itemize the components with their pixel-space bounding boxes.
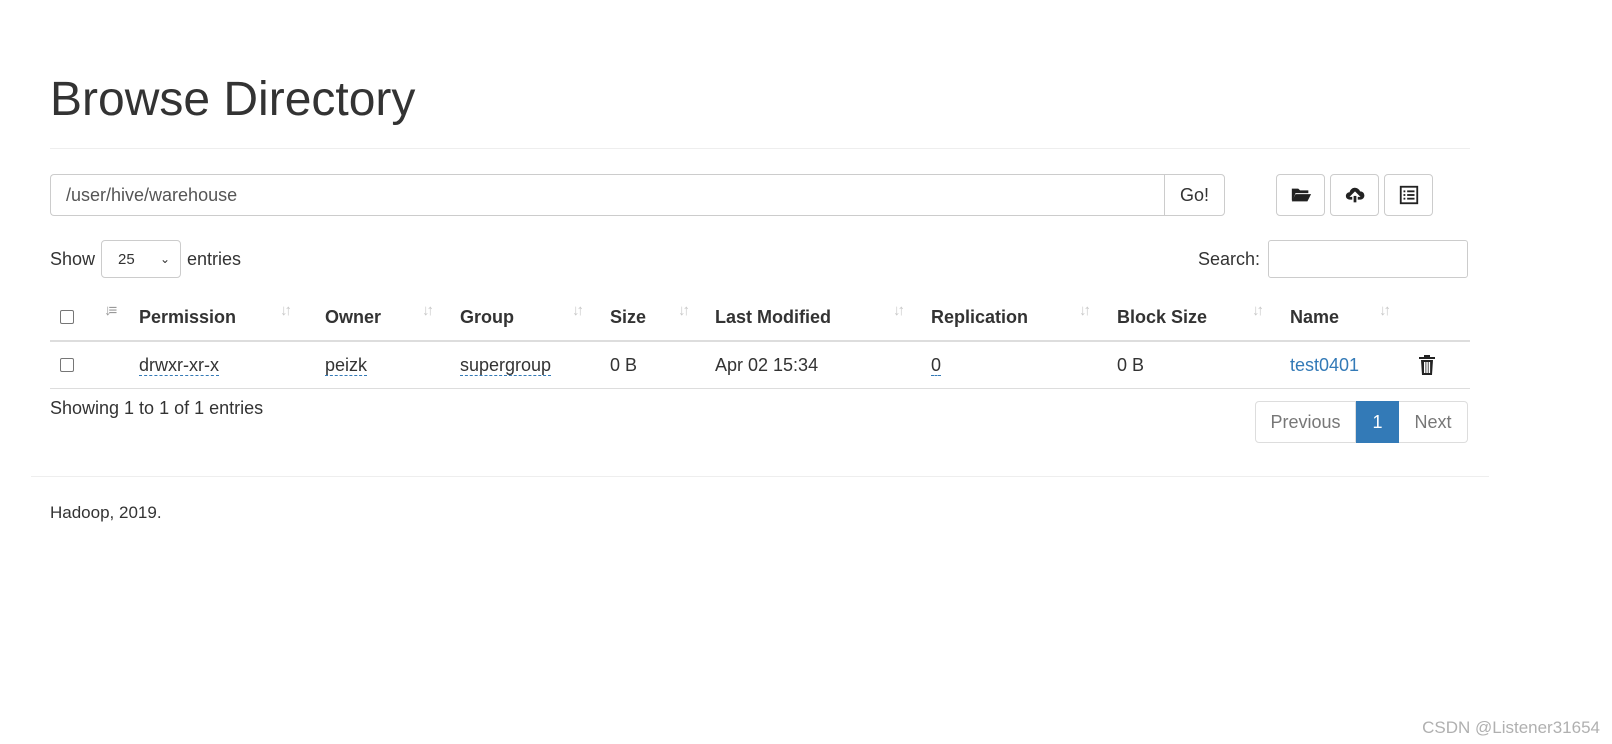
entries-per-page-select[interactable]: 25 ⌄	[101, 240, 182, 278]
sort-icon[interactable]: ↓↑	[572, 302, 584, 319]
table-row: drwxr-xr-x peizk supergroup 0 B Apr 02 1…	[50, 342, 1470, 389]
sort-icon[interactable]: ↓↑	[893, 302, 905, 319]
next-page-button[interactable]: Next	[1399, 401, 1468, 443]
page-title: Browse Directory	[50, 73, 416, 126]
row-permission[interactable]: drwxr-xr-x	[139, 342, 219, 388]
row-checkbox[interactable]	[60, 342, 74, 388]
sort-asc-icon[interactable]: ↓≡	[104, 302, 117, 319]
directory-table: ↓≡ Permission ↓↑ Owner ↓↑ Group ↓↑ Size …	[50, 294, 1470, 389]
row-block-size: 0 B	[1117, 354, 1145, 375]
title-divider	[50, 148, 1470, 149]
page-1-button[interactable]: 1	[1356, 401, 1399, 443]
folder-open-icon	[1291, 188, 1311, 202]
row-size: 0 B	[610, 354, 638, 375]
search-input[interactable]	[1268, 240, 1469, 278]
header-owner[interactable]: Owner	[325, 294, 381, 340]
sort-icon[interactable]: ↓↑	[422, 302, 434, 319]
cloud-upload-icon	[1345, 187, 1364, 203]
trash-icon	[1419, 355, 1435, 375]
table-info: Showing 1 to 1 of 1 entries	[50, 398, 264, 418]
sort-icon[interactable]: ↓↑	[1379, 302, 1391, 319]
sort-icon[interactable]: ↓↑	[1079, 302, 1091, 319]
create-directory-button[interactable]	[1276, 174, 1325, 216]
row-last-modified: Apr 02 15:34	[715, 354, 819, 375]
directory-path-input[interactable]	[50, 174, 1164, 216]
entries-per-page-value: 25	[118, 250, 135, 268]
header-name[interactable]: Name	[1290, 294, 1339, 340]
cut-paste-button[interactable]	[1384, 174, 1433, 216]
select-all-checkbox[interactable]	[60, 294, 74, 340]
row-name-link[interactable]: test0401	[1290, 342, 1359, 388]
row-owner[interactable]: peizk	[325, 342, 368, 388]
browse-directory-page: Browse Directory Go! Show 25 ⌄	[0, 0, 1612, 744]
watermark: CSDN @Listener31654	[1422, 718, 1600, 737]
header-replication[interactable]: Replication	[931, 294, 1028, 340]
row-group[interactable]: supergroup	[460, 342, 552, 388]
show-label: Show	[50, 248, 96, 269]
header-group[interactable]: Group	[460, 294, 514, 340]
upload-files-button[interactable]	[1330, 174, 1379, 216]
table-header: ↓≡ Permission ↓↑ Owner ↓↑ Group ↓↑ Size …	[50, 294, 1470, 342]
header-permission[interactable]: Permission	[139, 294, 236, 340]
previous-page-button[interactable]: Previous	[1255, 401, 1356, 443]
entries-length-control: Show 25 ⌄ entries	[50, 240, 241, 278]
sort-icon[interactable]: ↓↑	[678, 302, 690, 319]
list-alt-icon	[1399, 185, 1418, 205]
table-search: Search:	[1198, 240, 1469, 278]
search-label: Search:	[1198, 248, 1261, 269]
entries-label: entries	[187, 248, 242, 269]
sort-icon[interactable]: ↓↑	[280, 302, 292, 319]
header-size[interactable]: Size	[610, 294, 646, 340]
chevron-down-icon: ⌄	[159, 252, 171, 266]
footer-divider	[31, 476, 1489, 477]
header-last-modified[interactable]: Last Modified	[715, 294, 831, 340]
delete-button[interactable]	[1418, 342, 1436, 388]
header-block-size[interactable]: Block Size	[1117, 294, 1207, 340]
sort-icon[interactable]: ↓↑	[1252, 302, 1264, 319]
go-button[interactable]: Go!	[1164, 174, 1225, 216]
footer-text: Hadoop, 2019.	[50, 503, 162, 522]
pagination: Previous 1 Next	[1255, 401, 1468, 443]
row-replication[interactable]: 0	[931, 342, 942, 388]
path-bar: Go!	[50, 174, 1225, 216]
